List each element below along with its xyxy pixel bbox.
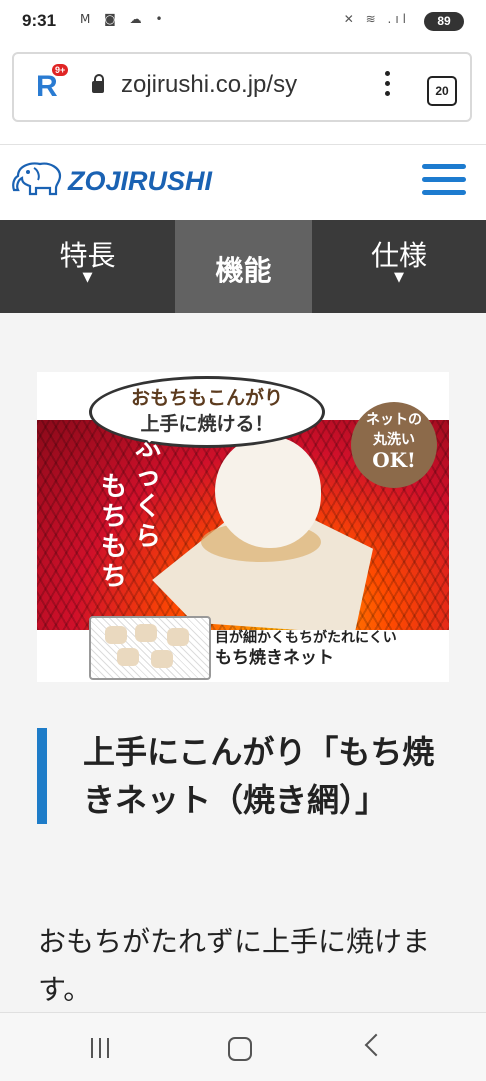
chevron-down-icon: ▼	[82, 270, 93, 285]
home-icon[interactable]	[228, 1037, 252, 1061]
address-bar[interactable]: R 9+ zojirushi.co.jp/sy 20	[12, 52, 472, 122]
recent-apps-icon[interactable]	[91, 1038, 115, 1058]
tab-specs[interactable]: 仕様 ▼	[312, 220, 486, 313]
system-icons: ✕ ≋ .ıl	[343, 12, 410, 26]
tab-functions[interactable]: 機能	[175, 220, 312, 313]
battery-icon: 89	[424, 12, 464, 31]
status-time: 9:31	[22, 11, 57, 30]
washable-badge: ネットの 丸洗い OK!	[351, 402, 437, 488]
tab-label: 特長	[59, 239, 116, 272]
elephant-logo-icon	[12, 162, 62, 196]
hero-image-mochi-net: おもちもこんがり 上手に焼ける！ ふっくら もちもち ネットの 丸洗い OK! …	[37, 372, 449, 682]
status-bar: 9:31 M ◙ ☁ • ✕ ≋ .ıl 89	[0, 0, 486, 42]
app-badge: 9+	[52, 64, 69, 76]
section-body: おもちがたれずに上手に焼けます。	[38, 925, 431, 1006]
android-nav-bar	[0, 1012, 486, 1081]
tab-features[interactable]: 特長 ▼	[0, 220, 175, 313]
url-text[interactable]: zojirushi.co.jp/sy	[121, 71, 343, 99]
section-heading: 上手にこんがり「もち焼きネット（焼き網）」	[37, 728, 449, 824]
lock-icon[interactable]	[92, 74, 104, 93]
tab-label: 機能	[215, 254, 272, 287]
category-nav: 特長 ▼ 機能 仕様 ▼	[0, 220, 486, 313]
site-header: ZOJIRUSHI	[0, 145, 486, 220]
vertical-text-2: もちもち	[100, 472, 127, 592]
tab-label: 仕様	[370, 239, 427, 272]
more-menu-icon[interactable]	[382, 68, 392, 108]
back-icon[interactable]	[364, 1033, 388, 1057]
rakuten-app-icon[interactable]: R 9+	[34, 64, 69, 104]
notification-icons: M ◙ ☁ •	[80, 12, 168, 26]
tab-switcher-button[interactable]: 20	[427, 76, 457, 106]
hero-caption: 目が細かくもちがたれにくい もち焼きネット	[215, 630, 397, 668]
hamburger-menu-icon[interactable]	[422, 164, 468, 200]
net-product-image	[89, 616, 211, 680]
speech-bubble: おもちもこんがり 上手に焼ける！	[89, 376, 325, 448]
chevron-down-icon: ▼	[394, 270, 404, 285]
site-logo[interactable]: ZOJIRUSHI	[12, 160, 212, 200]
vertical-text-1: ふっくら	[134, 432, 161, 552]
logo-wordmark: ZOJIRUSHI	[68, 166, 213, 196]
browser-toolbar: R 9+ zojirushi.co.jp/sy 20	[0, 42, 486, 145]
